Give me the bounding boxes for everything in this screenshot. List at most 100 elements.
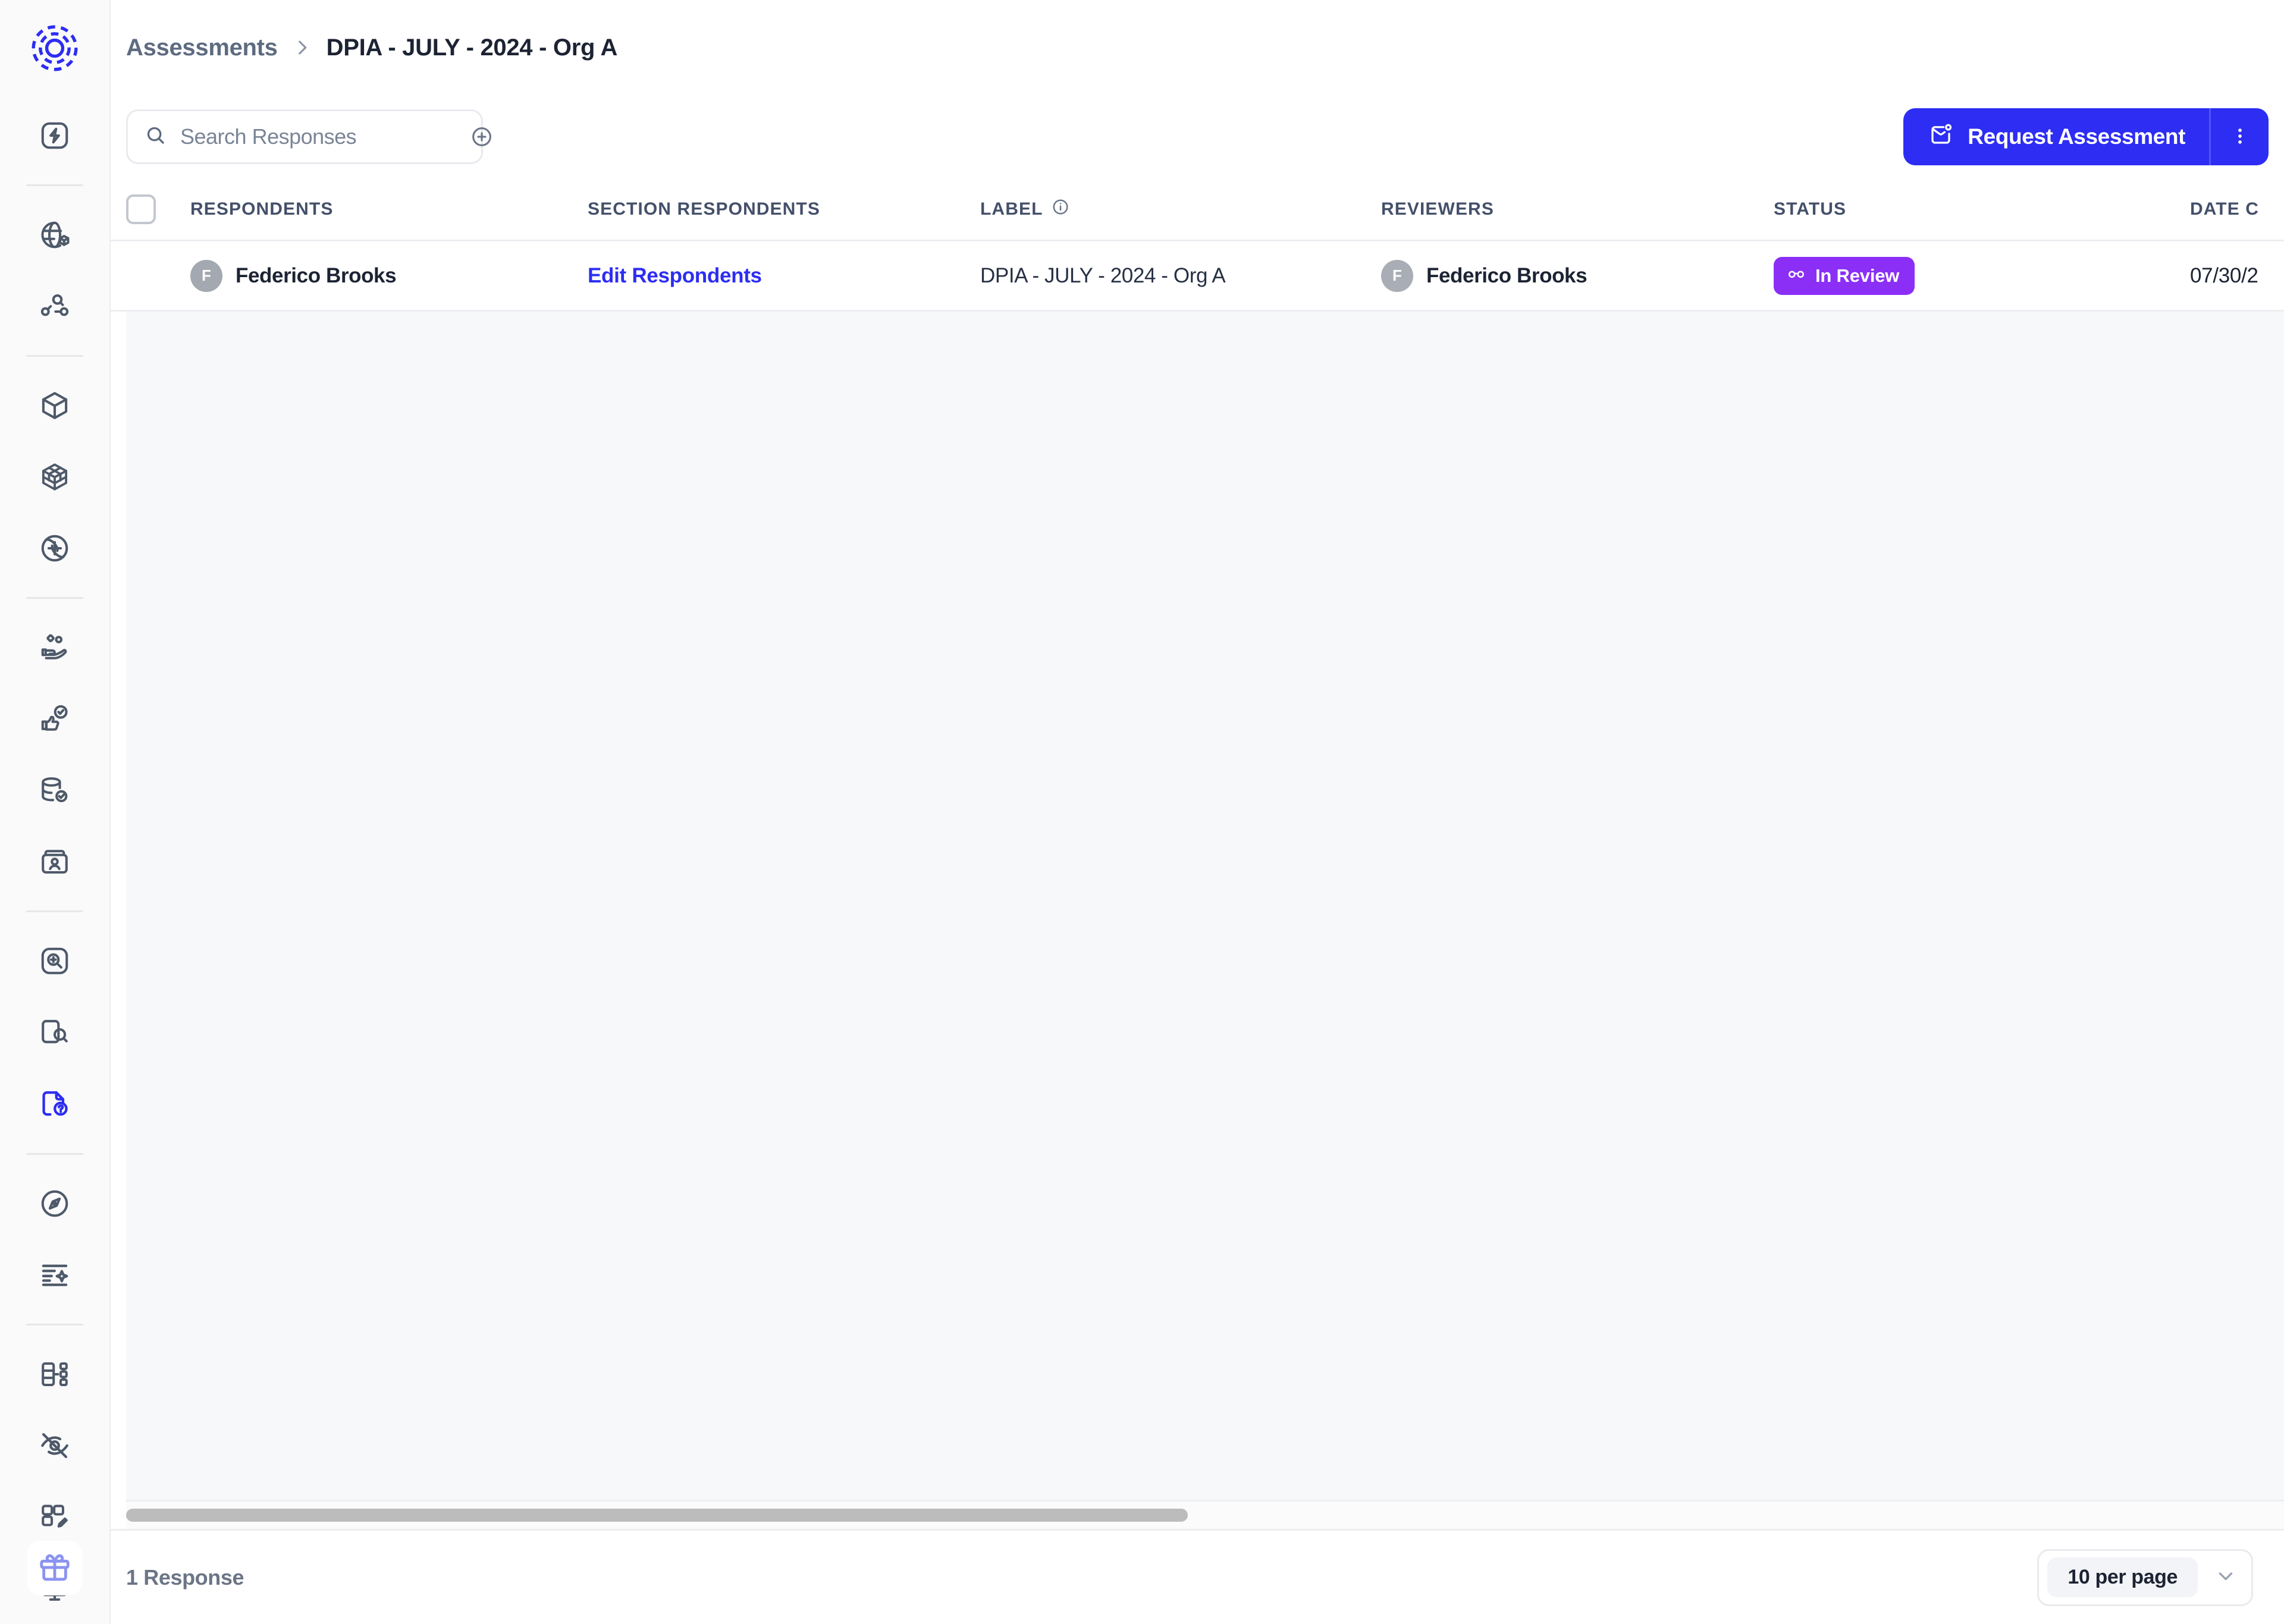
column-header-status[interactable]: STATUS <box>1774 199 2190 219</box>
sidebar-item-assets[interactable] <box>25 377 84 434</box>
sidebar-item-ai-summary[interactable] <box>25 1246 84 1303</box>
sidebar <box>0 0 111 1624</box>
breadcrumb: Assessments DPIA - JULY - 2024 - Org A <box>111 0 2284 95</box>
network-search-icon <box>39 290 71 322</box>
sidebar-item-privacy[interactable] <box>25 1417 84 1474</box>
cell-respondents: F Federico Brooks <box>190 259 588 292</box>
table-empty-area <box>126 312 2284 1502</box>
sidebar-divider <box>26 184 83 186</box>
sidebar-item-systems[interactable] <box>25 448 84 505</box>
request-assessment-button[interactable]: Request Assessment <box>1903 108 2209 165</box>
chevron-right-icon <box>292 37 312 58</box>
response-count: 1 Response <box>126 1565 244 1590</box>
glasses-icon <box>1787 264 1806 288</box>
sidebar-item-workflows[interactable] <box>25 1346 84 1403</box>
label-value: DPIA - JULY - 2024 - Org A <box>980 263 1226 287</box>
chevron-down-icon <box>2214 1565 2237 1590</box>
select-all-cell <box>126 194 190 224</box>
cell-status: In Review <box>1774 256 2190 295</box>
select-all-checkbox[interactable] <box>126 194 156 224</box>
eye-off-icon <box>39 1430 71 1462</box>
sidebar-item-automation[interactable] <box>25 107 84 164</box>
sidebar-item-vendors[interactable] <box>25 520 84 577</box>
sidebar-divider <box>26 910 83 913</box>
cell-label: DPIA - JULY - 2024 - Org A <box>980 264 1381 288</box>
date-created-value: 07/30/2 <box>2190 263 2258 287</box>
info-circle-icon[interactable] <box>1052 198 1069 221</box>
search-input[interactable] <box>180 124 457 149</box>
sidebar-item-navigator[interactable] <box>25 1175 84 1232</box>
sidebar-item-data-mapping[interactable] <box>25 762 84 819</box>
per-page-select[interactable]: 10 per page <box>2037 1548 2253 1606</box>
table-header-row: RESPONDENTS SECTION RESPONDENTS LABEL RE… <box>111 178 2284 241</box>
reviewer: F Federico Brooks <box>1381 259 1587 292</box>
app-logo[interactable] <box>23 18 86 78</box>
plus-circle-icon[interactable] <box>470 125 494 149</box>
main-content: Assessments DPIA - JULY - 2024 - Org A S… <box>111 0 2284 1624</box>
toolbar-more-button[interactable] <box>2209 108 2269 165</box>
hand-data-icon <box>39 632 71 664</box>
grid-cube-icon <box>39 461 71 493</box>
respondent-name: Federico Brooks <box>236 263 397 287</box>
horizontal-scrollbar[interactable] <box>126 1502 2284 1529</box>
sidebar-divider <box>26 355 83 357</box>
sidebar-item-records[interactable] <box>25 833 84 890</box>
table-row[interactable]: F Federico Brooks Edit Respondents DPIA … <box>111 241 2284 312</box>
sidebar-item-scanning[interactable] <box>25 932 84 990</box>
list-sparkle-icon <box>39 1259 71 1291</box>
sidebar-item-document-review[interactable] <box>25 1004 84 1061</box>
reviewer-name: Federico Brooks <box>1426 263 1587 287</box>
row-select-cell <box>126 261 190 291</box>
cell-date-created: 07/30/2 <box>2190 264 2284 288</box>
more-vertical-icon <box>2229 125 2251 149</box>
sidebar-item-data-discovery[interactable] <box>25 278 84 335</box>
sidebar-item-global-inventory[interactable] <box>25 206 84 263</box>
thumbs-up-check-icon <box>39 703 71 735</box>
sidebar-divider <box>26 597 83 599</box>
whats-new-button[interactable] <box>27 1541 82 1595</box>
search-zoom-square-icon <box>39 945 71 977</box>
search-icon <box>145 124 167 150</box>
sidebar-divider <box>26 1323 83 1325</box>
cell-reviewers: F Federico Brooks <box>1381 259 1774 292</box>
status-badge-label: In Review <box>1815 265 1900 286</box>
sidebar-footer <box>0 1541 109 1595</box>
request-assessment-group: Request Assessment <box>1903 108 2269 165</box>
document-question-icon <box>39 1088 71 1120</box>
cell-section-respondents: Edit Respondents <box>588 264 980 288</box>
column-header-respondents[interactable]: RESPONDENTS <box>190 199 588 219</box>
page-title: DPIA - JULY - 2024 - Org A <box>326 34 618 61</box>
database-check-icon <box>39 774 71 806</box>
respondent: F Federico Brooks <box>190 259 397 292</box>
gift-icon <box>37 1550 72 1587</box>
sidebar-item-consent[interactable] <box>25 690 84 747</box>
sidebar-item-data-subjects[interactable] <box>25 619 84 676</box>
responses-table: RESPONDENTS SECTION RESPONDENTS LABEL RE… <box>111 178 2284 1529</box>
per-page-value: 10 per page <box>2047 1557 2198 1597</box>
globe-network-icon <box>39 532 71 564</box>
compass-icon <box>39 1188 71 1220</box>
sidebar-divider <box>26 1152 83 1155</box>
cube-icon <box>39 389 71 422</box>
column-header-reviewers[interactable]: REVIEWERS <box>1381 199 1774 219</box>
horizontal-scrollbar-thumb[interactable] <box>126 1509 1188 1522</box>
column-header-label-text: LABEL <box>980 199 1043 219</box>
avatar: F <box>190 259 222 292</box>
document-search-icon <box>39 1017 71 1049</box>
edit-respondents-link[interactable]: Edit Respondents <box>588 264 762 288</box>
sidebar-item-assessments[interactable] <box>25 1076 84 1133</box>
breadcrumb-parent-link[interactable]: Assessments <box>126 34 278 61</box>
avatar: F <box>1381 259 1413 292</box>
toolbar: Request Assessment <box>111 95 2284 178</box>
sidebar-item-templates[interactable] <box>25 1488 84 1546</box>
globe-box-icon <box>39 219 71 251</box>
app-root: Assessments DPIA - JULY - 2024 - Org A S… <box>0 0 2284 1624</box>
column-header-date-created[interactable]: DATE C <box>2190 199 2284 219</box>
column-header-section-respondents[interactable]: SECTION RESPONDENTS <box>588 199 980 219</box>
layout-edit-icon <box>39 1501 71 1533</box>
column-header-label[interactable]: LABEL <box>980 198 1381 221</box>
contact-card-icon <box>39 846 71 878</box>
workflow-icon <box>39 1358 71 1390</box>
mail-notification-icon <box>1928 122 1953 152</box>
search-box[interactable] <box>126 109 491 164</box>
